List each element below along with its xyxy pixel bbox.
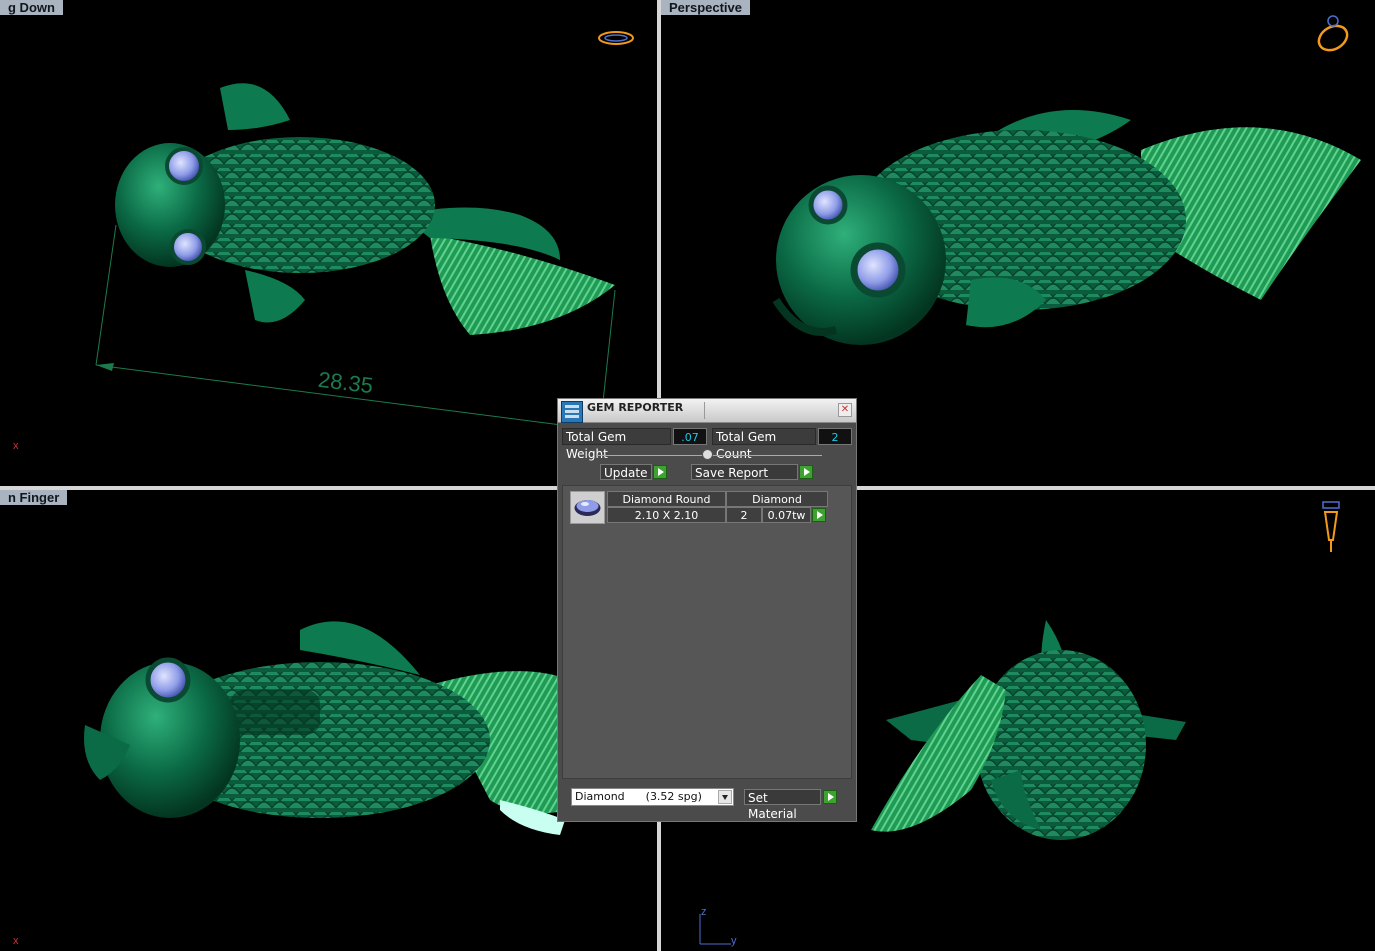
set-material-play-icon[interactable] [823,790,837,804]
axis-x-label: x [13,935,19,947]
titlebar-separator [704,402,705,419]
save-report-play-icon[interactable] [799,465,813,479]
close-icon[interactable]: ✕ [838,403,852,417]
diamond-round-icon [570,491,605,524]
axis-x-label: x [13,440,19,452]
chevron-down-icon[interactable] [718,790,732,804]
axis-z-label: z [701,906,707,918]
total-gem-weight-value: .07 [673,428,707,445]
save-report-button[interactable]: Save Report [691,464,798,480]
gem-row[interactable]: Diamond Round 2.10 X 2.10 Diamond 2 0.07… [570,491,830,524]
total-gem-count-label: Total Gem Count [712,428,816,461]
ring-orientation-icon[interactable] [596,28,636,48]
gem-list[interactable]: Diamond Round 2.10 X 2.10 Diamond 2 0.07… [562,485,852,779]
viewport-label[interactable]: g Down [0,0,63,15]
gem-size-cell: 2.10 X 2.10 [607,507,726,523]
gem-weight-cell: 0.07tw [762,507,811,523]
total-gem-count-value: 2 [818,428,852,445]
pendant-orientation-icon[interactable] [1319,500,1343,554]
viewport-label[interactable]: Perspective [661,0,750,15]
gem-row-play-icon[interactable] [812,508,826,522]
gem-reporter-dialog: GEM REPORTER ✕ Total Gem Weight .07 Tota… [557,398,857,822]
dialog-title: GEM REPORTER [587,401,684,414]
axis-y-label: y [731,935,737,947]
set-material-button[interactable]: Set Material [744,789,821,821]
update-play-icon[interactable] [653,465,667,479]
dialog-titlebar[interactable]: GEM REPORTER ✕ [558,399,856,423]
slider-knob[interactable] [702,449,713,460]
update-button[interactable]: Update [600,464,652,480]
gem-material-cell: Diamond [726,491,828,507]
gem-count-cell: 2 [726,507,762,523]
viewport-label[interactable]: n Finger [0,490,68,505]
gem-reporter-app-icon [561,401,583,423]
total-gem-weight-label: Total Gem Weight [562,428,671,461]
material-select-value: Diamond (3.52 spg) [575,790,702,803]
material-select[interactable]: Diamond (3.52 spg) [571,788,734,806]
gem-shape-cell: Diamond Round [607,491,726,507]
ring-orientation-icon[interactable] [1313,12,1353,54]
